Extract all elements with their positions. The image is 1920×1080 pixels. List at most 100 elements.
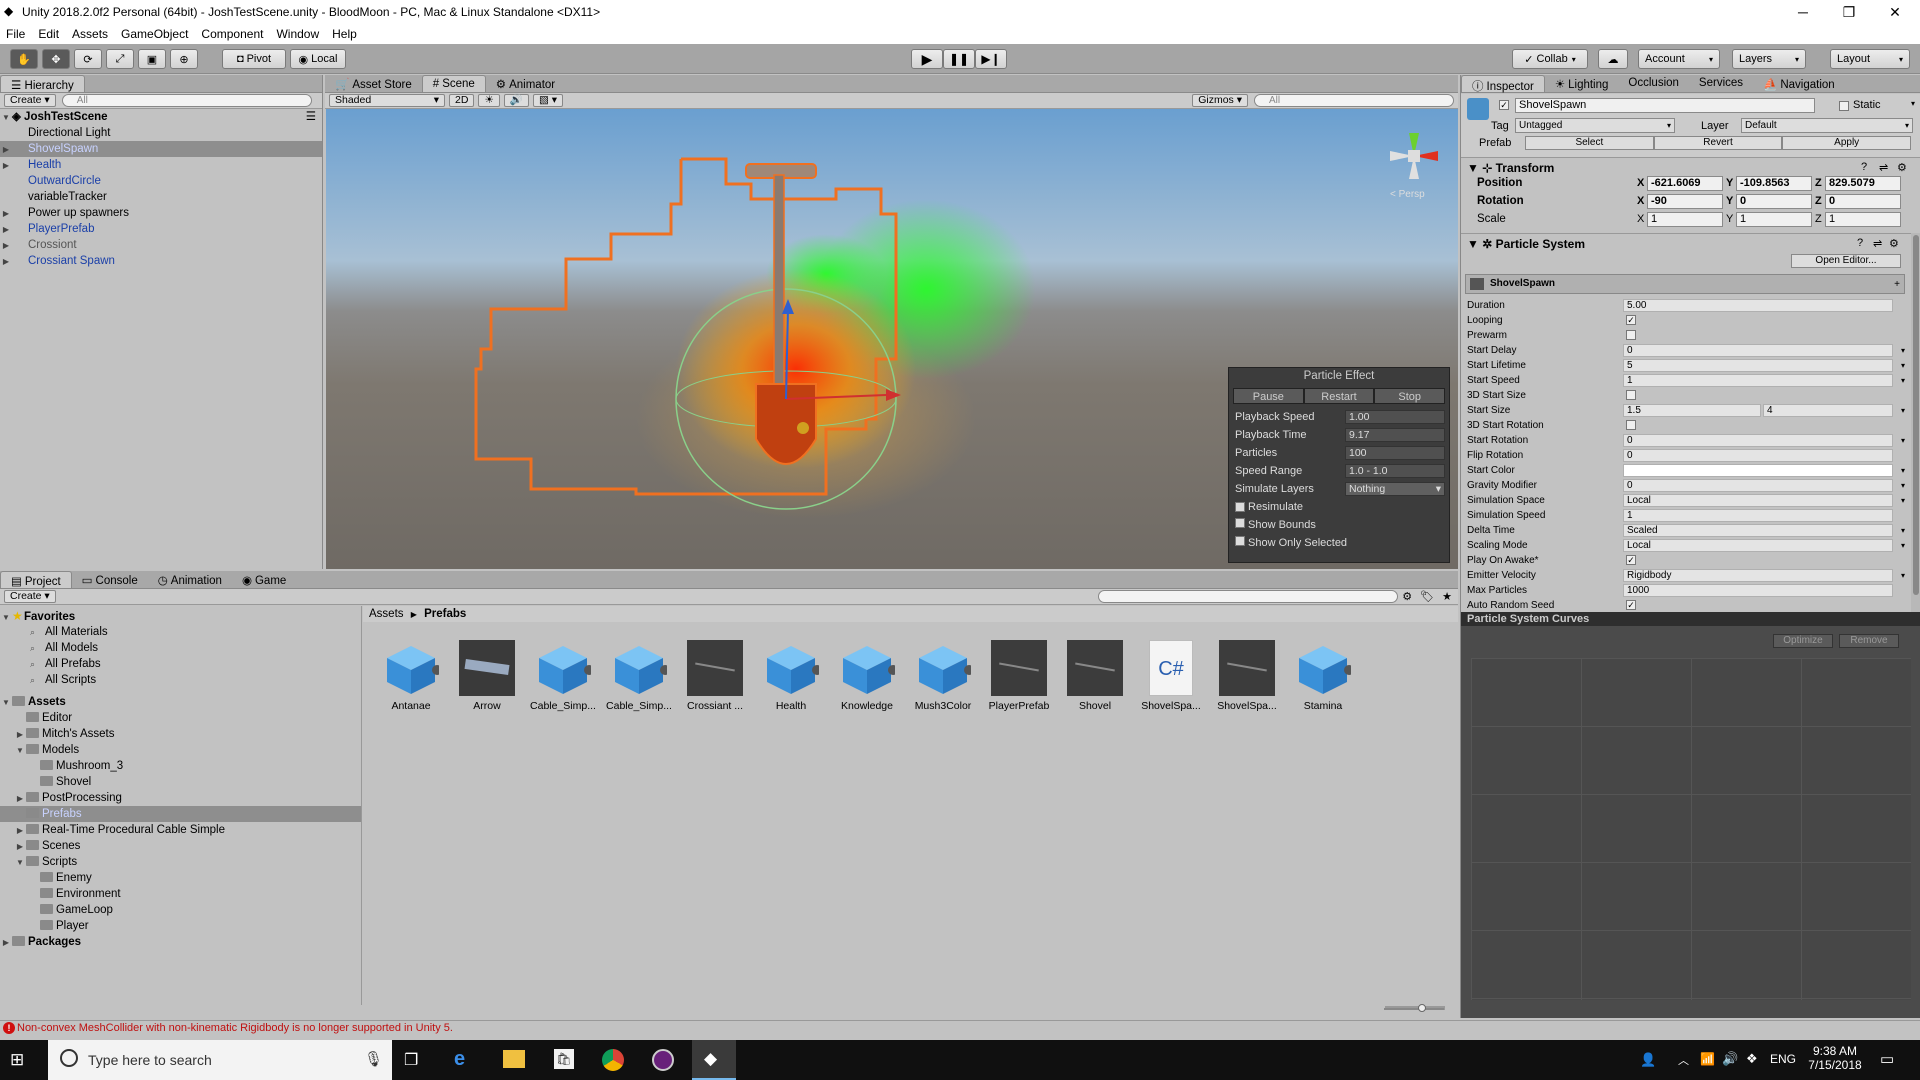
expand-arrow-icon[interactable]: ▶: [0, 254, 12, 270]
chrome-icon[interactable]: [602, 1049, 624, 1071]
project-search-input[interactable]: [1098, 590, 1399, 603]
dropdown-arrow-icon[interactable]: ▾: [1901, 478, 1905, 493]
favorites-header[interactable]: ▼ ★Favorites: [0, 608, 361, 624]
asset-item[interactable]: C# ShovelSpa...: [1135, 640, 1207, 712]
packages-header[interactable]: ▶ Packages: [0, 934, 361, 950]
language-indicator[interactable]: ENG: [1770, 1052, 1796, 1066]
checkbox[interactable]: [1235, 536, 1245, 546]
scene-menu-icon[interactable]: ☰: [306, 109, 316, 125]
tab-animation[interactable]: ◷ Animation: [148, 571, 232, 588]
favorite-item[interactable]: ⌕ All Models: [0, 640, 361, 656]
tag-dropdown[interactable]: Untagged ▾: [1515, 118, 1675, 133]
stop-button[interactable]: Stop: [1374, 388, 1446, 404]
close-button[interactable]: ✕: [1872, 0, 1918, 24]
field-value[interactable]: Local: [1623, 539, 1893, 552]
clock[interactable]: 9:38 AM 7/15/2018: [1800, 1044, 1870, 1072]
expand-arrow-icon[interactable]: ▶: [0, 238, 12, 254]
dropdown-arrow-icon[interactable]: ▾: [1901, 358, 1905, 373]
dropdown-arrow-icon[interactable]: ▾: [1901, 493, 1905, 508]
menu-edit[interactable]: Edit: [38, 27, 59, 41]
transform-rotation-x-field[interactable]: -90: [1647, 194, 1723, 209]
open-editor-button[interactable]: Open Editor...: [1791, 254, 1901, 268]
people-icon[interactable]: 👤: [1640, 1052, 1656, 1068]
move-tool-icon[interactable]: ✥: [42, 49, 70, 69]
favorite-item[interactable]: ⌕ All Materials: [0, 624, 361, 640]
status-bar[interactable]: ! Non-convex MeshCollider with non-kinema…: [0, 1020, 1920, 1036]
asset-item[interactable]: Shovel: [1059, 640, 1131, 712]
hierarchy-item[interactable]: ▶ Crossiont: [0, 237, 322, 253]
checkbox[interactable]: [1235, 518, 1245, 528]
dropdown-arrow-icon[interactable]: ▾: [1901, 343, 1905, 358]
expand-arrow-icon[interactable]: ▶: [0, 142, 12, 158]
checkbox[interactable]: ✓: [1626, 555, 1636, 565]
layers-dropdown[interactable]: Layers ▾: [1732, 49, 1806, 69]
field-value[interactable]: 5: [1623, 359, 1893, 372]
hierarchy-item[interactable]: ▶ ShovelSpawn: [0, 141, 322, 157]
preset-icon[interactable]: ⇌: [1879, 161, 1888, 174]
expand-arrow-icon[interactable]: ▶: [0, 935, 12, 951]
row-value[interactable]: 1.00: [1345, 410, 1445, 424]
expand-arrow-icon[interactable]: ▶: [14, 727, 26, 743]
dropdown-arrow-icon[interactable]: ▾: [1911, 99, 1915, 108]
expand-arrow-icon[interactable]: ▶: [14, 839, 26, 855]
folder-item[interactable]: Mushroom_3: [0, 758, 361, 774]
windows-start-icon[interactable]: ⊞: [10, 1050, 32, 1070]
zoom-slider-track[interactable]: [1384, 1004, 1444, 1012]
prefab-select-button[interactable]: Select: [1525, 136, 1654, 150]
particle-system-header[interactable]: ▼ ✲ Particle System: [1467, 237, 1585, 251]
dropdown-arrow-icon[interactable]: ▾: [1901, 538, 1905, 553]
scene-viewport[interactable]: < Persp Particle Effect Pause Restart St…: [326, 109, 1458, 569]
asset-item[interactable]: Health: [755, 640, 827, 712]
dropbox-icon[interactable]: ❖: [1746, 1051, 1758, 1067]
expand-arrow-icon[interactable]: ▶: [0, 222, 12, 238]
prefab-apply-button[interactable]: Apply: [1782, 136, 1912, 150]
maximize-button[interactable]: ❐: [1826, 0, 1872, 24]
assets-header[interactable]: ▼ Assets: [0, 694, 361, 710]
scene-search-input[interactable]: All: [1254, 94, 1454, 107]
checkbox[interactable]: [1626, 390, 1636, 400]
tab-animator[interactable]: ⚙ Animator: [486, 75, 565, 92]
dropdown-arrow-icon[interactable]: ▾: [1901, 523, 1905, 538]
tab-console[interactable]: ▭ Console: [72, 571, 148, 588]
folder-item[interactable]: Enemy: [0, 870, 361, 886]
cloud-button[interactable]: ☁: [1598, 49, 1628, 69]
transform-scale-z-field[interactable]: 1: [1825, 212, 1901, 227]
hierarchy-item[interactable]: OutwardCircle: [0, 173, 322, 189]
hierarchy-item[interactable]: ▶ Crossiant Spawn: [0, 253, 322, 269]
folder-item[interactable]: ▶ Real-Time Procedural Cable Simple: [0, 822, 361, 838]
prefab-revert-button[interactable]: Revert: [1653, 136, 1783, 150]
menu-help[interactable]: Help: [332, 27, 357, 41]
checkbox[interactable]: [1626, 420, 1636, 430]
minimize-button[interactable]: ─: [1780, 0, 1826, 24]
restart-button[interactable]: Restart: [1303, 388, 1375, 404]
account-dropdown[interactable]: Account ▾: [1638, 49, 1720, 69]
dropdown-arrow-icon[interactable]: ▾: [1901, 463, 1905, 478]
asset-item[interactable]: Mush3Color: [907, 640, 979, 712]
asset-item[interactable]: ShovelSpa...: [1211, 640, 1283, 712]
folder-item[interactable]: Editor: [0, 710, 361, 726]
asset-item[interactable]: Antanae: [375, 640, 447, 712]
layout-dropdown[interactable]: Layout ▾: [1830, 49, 1910, 69]
rotate-tool-icon[interactable]: ⟳: [74, 49, 102, 69]
effects-toggle-icon[interactable]: ▧ ▾: [532, 94, 564, 107]
shading-mode-dropdown[interactable]: Shaded ▾: [329, 94, 445, 107]
task-view-icon[interactable]: ❐: [404, 1050, 418, 1070]
zoom-slider-thumb[interactable]: [1418, 1004, 1426, 1012]
pause-button[interactable]: ❚❚: [943, 49, 975, 69]
folder-item[interactable]: ▶ Mitch's Assets: [0, 726, 361, 742]
folder-item[interactable]: ▶ Scenes: [0, 838, 361, 854]
transform-scale-x-field[interactable]: 1: [1647, 212, 1723, 227]
2d-toggle[interactable]: 2D: [449, 94, 475, 107]
preset-icon[interactable]: ⇌: [1873, 237, 1882, 250]
folder-item[interactable]: ▼ Scripts: [0, 854, 361, 870]
step-button[interactable]: ▶❙: [975, 49, 1007, 69]
expand-arrow-icon[interactable]: ▶: [14, 823, 26, 839]
expand-arrow-icon[interactable]: ▼: [14, 743, 26, 759]
hierarchy-item[interactable]: variableTracker: [0, 189, 322, 205]
edge-browser-icon[interactable]: e: [454, 1048, 465, 1071]
tab-hierarchy[interactable]: ☰ Hierarchy: [0, 75, 85, 92]
favorite-star-icon[interactable]: ★: [1442, 590, 1452, 603]
show-hidden-icons[interactable]: ︿: [1678, 1052, 1689, 1068]
remove-button[interactable]: Remove: [1839, 634, 1899, 648]
checkbox[interactable]: ✓: [1626, 315, 1636, 325]
